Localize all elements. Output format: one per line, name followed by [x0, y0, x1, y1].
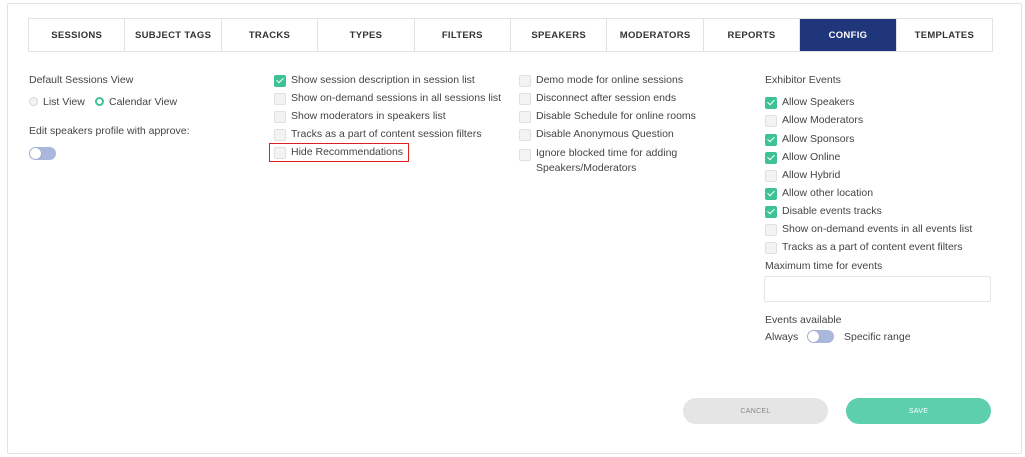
checkbox-checked-icon — [765, 97, 777, 109]
tab-moderators[interactable]: MODERATORS — [607, 19, 704, 51]
option-label: Allow other location — [782, 187, 874, 199]
checkbox-icon — [765, 170, 777, 182]
checkbox-icon — [519, 129, 531, 141]
tab-reports[interactable]: REPORTS — [704, 19, 801, 51]
option-allow-hybrid[interactable]: Allow Hybrid — [765, 169, 840, 182]
option-tracks-content-event-filters[interactable]: Tracks as a part of content event filter… — [765, 241, 963, 254]
option-label: Show on-demand sessions in all sessions … — [291, 92, 502, 104]
option-label: Tracks as a part of content session filt… — [291, 128, 482, 140]
option-label: Disable Anonymous Question — [536, 128, 674, 140]
tab-filters[interactable]: FILTERS — [415, 19, 512, 51]
option-allow-moderators[interactable]: Allow Moderators — [765, 114, 863, 127]
edit-speakers-toggle[interactable] — [29, 147, 56, 160]
specific-range-label: Specific range — [844, 331, 911, 343]
checkbox-checked-icon — [765, 152, 777, 164]
option-show-moderators[interactable]: Show moderators in speakers list — [274, 110, 446, 123]
checkbox-checked-icon — [765, 188, 777, 200]
always-label: Always — [765, 331, 799, 343]
tab-speakers[interactable]: SPEAKERS — [511, 19, 608, 51]
edit-speakers-label: Edit speakers profile with approve: — [29, 125, 190, 137]
events-available-toggle[interactable] — [807, 330, 834, 343]
tab-templates[interactable]: TEMPLATES — [897, 19, 992, 51]
option-allow-other-location[interactable]: Allow other location — [765, 187, 873, 200]
option-label: Disable events tracks — [782, 205, 882, 217]
checkbox-icon — [519, 111, 531, 123]
option-disconnect-after-session[interactable]: Disconnect after session ends — [519, 92, 676, 105]
option-label: Allow Moderators — [782, 114, 864, 126]
option-ignore-blocked-time[interactable]: Ignore blocked time for adding Speakers/… — [519, 146, 694, 176]
max-time-input[interactable] — [764, 276, 991, 302]
checkbox-icon — [765, 115, 777, 127]
checkbox-icon — [519, 93, 531, 105]
option-disable-events-tracks[interactable]: Disable events tracks — [765, 205, 882, 218]
option-disable-schedule[interactable]: Disable Schedule for online rooms — [519, 110, 696, 123]
option-label: Disconnect after session ends — [536, 92, 677, 104]
checkbox-checked-icon — [765, 134, 777, 146]
toggle-knob — [808, 331, 819, 342]
default-sessions-view-label: Default Sessions View — [29, 74, 134, 86]
cancel-button[interactable]: CANCEL — [683, 398, 828, 424]
option-label: Show on-demand events in all events list — [782, 223, 973, 235]
option-demo-mode[interactable]: Demo mode for online sessions — [519, 74, 683, 87]
option-show-on-demand-sessions[interactable]: Show on-demand sessions in all sessions … — [274, 92, 501, 105]
tab-config[interactable]: CONFIG — [800, 19, 897, 51]
tab-sessions[interactable]: SESSIONS — [29, 19, 126, 51]
checkbox-icon — [765, 224, 777, 236]
option-show-session-description[interactable]: Show session description in session list — [274, 74, 475, 87]
toggle-knob — [30, 148, 41, 159]
option-label: Allow Speakers — [782, 96, 855, 108]
exhibitor-events-title: Exhibitor Events — [765, 74, 841, 86]
checkbox-icon — [274, 111, 286, 123]
checkbox-checked-icon — [274, 75, 286, 87]
option-label: Allow Sponsors — [782, 133, 855, 145]
checkbox-checked-icon — [765, 206, 777, 218]
option-tracks-content-session-filters[interactable]: Tracks as a part of content session filt… — [274, 128, 481, 141]
list-view-label: List View — [43, 96, 85, 108]
option-label: Show moderators in speakers list — [291, 110, 446, 122]
option-label: Disable Schedule for online rooms — [536, 110, 696, 122]
tab-types[interactable]: TYPES — [318, 19, 415, 51]
list-view-radio[interactable]: List View — [29, 96, 85, 108]
option-allow-sponsors[interactable]: Allow Sponsors — [765, 133, 854, 146]
tab-tracks[interactable]: TRACKS — [222, 19, 319, 51]
checkbox-icon — [519, 75, 531, 87]
option-label: Allow Hybrid — [782, 169, 841, 181]
option-disable-anonymous-question[interactable]: Disable Anonymous Question — [519, 128, 674, 141]
calendar-view-label: Calendar View — [109, 96, 178, 108]
option-label: Show session description in session list — [291, 74, 475, 86]
option-label: Tracks as a part of content event filter… — [782, 241, 963, 253]
radio-selected-icon — [95, 97, 104, 106]
calendar-view-radio[interactable]: Calendar View — [95, 96, 177, 108]
checkbox-icon — [274, 93, 286, 105]
option-label: Ignore blocked time for adding Speakers/… — [536, 147, 678, 174]
highlight-box — [269, 143, 409, 162]
option-allow-online[interactable]: Allow Online — [765, 151, 840, 164]
checkbox-icon — [519, 149, 531, 161]
tab-bar: SESSIONS SUBJECT TAGS TRACKS TYPES FILTE… — [28, 18, 993, 52]
checkbox-icon — [765, 242, 777, 254]
save-button[interactable]: SAVE — [846, 398, 991, 424]
option-allow-speakers[interactable]: Allow Speakers — [765, 96, 854, 109]
option-label: Demo mode for online sessions — [536, 74, 684, 86]
tab-subject-tags[interactable]: SUBJECT TAGS — [125, 19, 222, 51]
option-show-on-demand-events[interactable]: Show on-demand events in all events list — [765, 223, 972, 236]
option-label: Allow Online — [782, 151, 841, 163]
events-available-label: Events available — [765, 314, 842, 326]
checkbox-icon — [274, 129, 286, 141]
radio-icon — [29, 97, 38, 106]
max-time-label: Maximum time for events — [765, 260, 883, 272]
